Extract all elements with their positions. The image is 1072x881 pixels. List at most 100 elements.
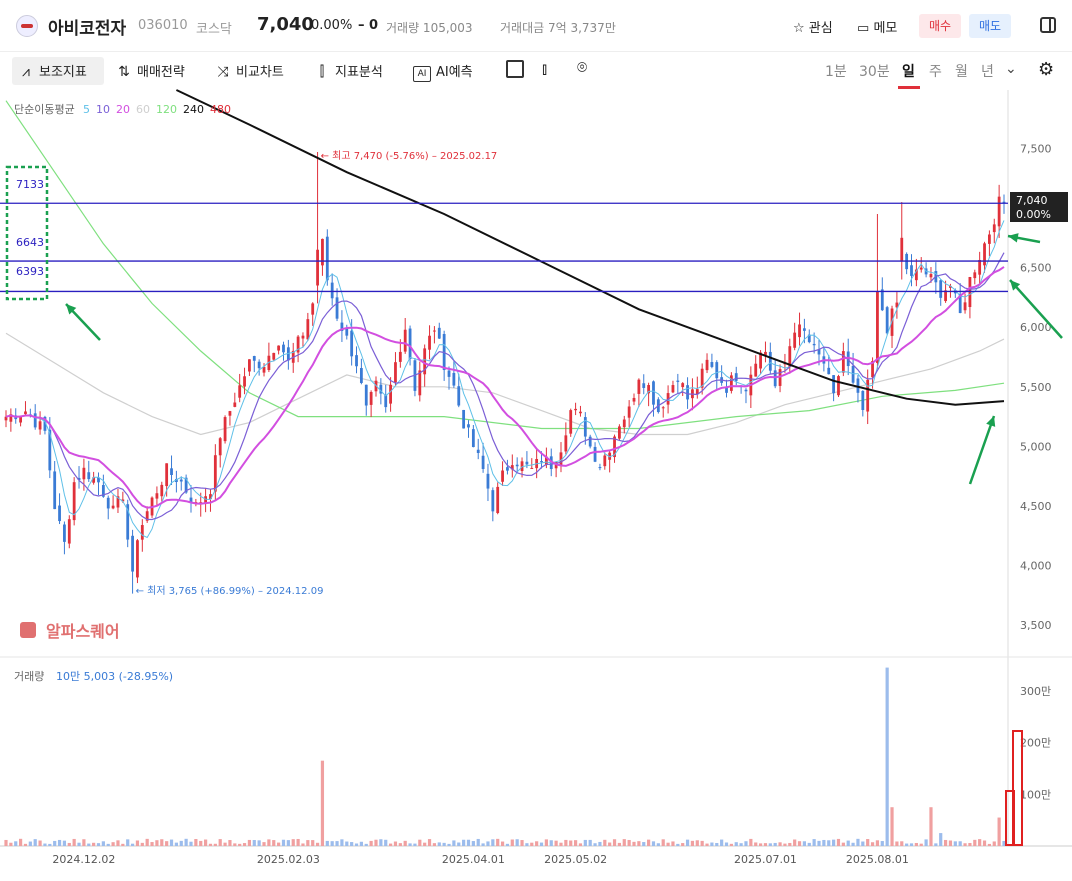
volume-bar	[578, 843, 583, 846]
candle-body	[24, 411, 27, 415]
support-line-label: 7133	[16, 178, 44, 191]
x-tick-label: 2025.05.02	[544, 853, 607, 866]
candle-body	[919, 267, 923, 270]
volume-bar	[749, 838, 753, 846]
volume-bar	[870, 842, 875, 846]
candle-body	[228, 411, 232, 416]
candle-body	[525, 461, 529, 465]
volume-bar	[788, 842, 792, 846]
volume-bar	[836, 838, 841, 846]
volume-bar	[408, 843, 412, 846]
volume-bar	[861, 841, 865, 846]
candle-body	[418, 370, 422, 396]
volume-bar	[695, 840, 699, 846]
volume-bar	[895, 841, 899, 846]
volume-bar	[627, 839, 631, 846]
support-lines: 7133 6643 6393	[0, 165, 1008, 301]
price-chart[interactable]: 7,5007,0006,5006,0005,5005,0004,5004,000…	[0, 0, 1072, 881]
volume-bar	[827, 840, 831, 846]
volume-bar	[948, 840, 953, 846]
candle-body	[433, 330, 436, 332]
volume-bar	[481, 843, 485, 846]
candle-body	[111, 505, 115, 509]
volume-bar	[632, 841, 636, 846]
candle-body	[861, 390, 865, 410]
volume-bar	[432, 843, 437, 846]
volume-bar	[564, 839, 568, 846]
candle-body	[394, 362, 397, 383]
candle-body	[359, 368, 363, 383]
volume-bar	[354, 843, 359, 846]
volume-bar	[734, 842, 738, 846]
volume-bar	[958, 841, 962, 846]
volume-bar	[822, 839, 826, 846]
volume-bar	[500, 841, 505, 846]
y-tick-label: 6,500	[1020, 262, 1052, 275]
candle-body	[793, 332, 797, 348]
volume-bar	[982, 840, 987, 846]
volume-bar	[403, 840, 407, 846]
candle-body	[462, 409, 466, 429]
candle-body	[223, 417, 227, 442]
volume-bar	[189, 841, 193, 846]
volume-bar	[296, 838, 300, 846]
candle-body	[67, 519, 71, 544]
volume-bar	[179, 840, 183, 846]
candle-body	[306, 319, 310, 340]
candle-body	[754, 363, 758, 377]
volume-bar	[505, 843, 510, 846]
chart-overlay: 단순이동평균 5 10 20 60 120 240 480 ← 최고 7,470 (-5.76%…	[14, 103, 1068, 683]
volume-bar	[457, 842, 461, 846]
volume-bar	[992, 841, 996, 846]
volume-bar	[875, 840, 880, 846]
candle-body	[729, 375, 733, 391]
ma-legend-period: 120	[156, 103, 177, 116]
candle-body	[637, 379, 641, 394]
candle-body	[574, 408, 577, 411]
volume-bar	[364, 843, 368, 846]
candle-body	[876, 291, 879, 363]
volume-bar	[340, 839, 344, 846]
candle-body	[910, 265, 913, 276]
green-arrow-head	[986, 416, 996, 427]
candle-body	[798, 324, 801, 338]
ma-legend-label: 단순이동평균	[14, 103, 75, 116]
current-price-label: 7,040	[1016, 194, 1048, 207]
y-tick-label: 7,500	[1020, 142, 1052, 155]
volume-bar	[598, 841, 602, 846]
volume-bar	[9, 842, 13, 846]
volume-bar	[306, 840, 310, 846]
green-arrow-head	[1008, 233, 1019, 243]
watermark-text: 알파스퀘어	[46, 622, 120, 641]
candle-body	[481, 455, 485, 469]
volume-bar	[987, 843, 991, 846]
volume-value: 10만 5,003 (-28.95%)	[56, 670, 173, 683]
volume-bar	[335, 841, 339, 846]
volume-bar	[101, 841, 105, 846]
volume-bar	[905, 843, 909, 846]
volume-bar	[247, 839, 252, 846]
volume-bars	[4, 667, 1023, 846]
candle-body	[992, 224, 996, 233]
volume-bar	[934, 843, 938, 846]
volume-bar	[710, 842, 714, 846]
volume-bar	[685, 839, 690, 846]
volume-bar	[593, 843, 597, 846]
candle-body	[885, 307, 889, 334]
candle-body	[311, 303, 315, 315]
candle-body	[408, 328, 412, 360]
volume-bar	[330, 841, 334, 846]
candle-body	[170, 468, 173, 475]
volume-bar	[924, 839, 928, 846]
volume-bar	[442, 842, 446, 846]
candle-body	[106, 497, 110, 509]
volume-bar	[846, 840, 850, 846]
candle-body	[491, 490, 495, 512]
volume-bar	[242, 843, 247, 846]
candle-body	[506, 467, 509, 471]
volume-bar	[165, 841, 169, 846]
candle-body	[803, 328, 806, 331]
candle-body	[983, 243, 986, 266]
volume-bar	[14, 841, 18, 846]
candle-body	[447, 370, 451, 377]
